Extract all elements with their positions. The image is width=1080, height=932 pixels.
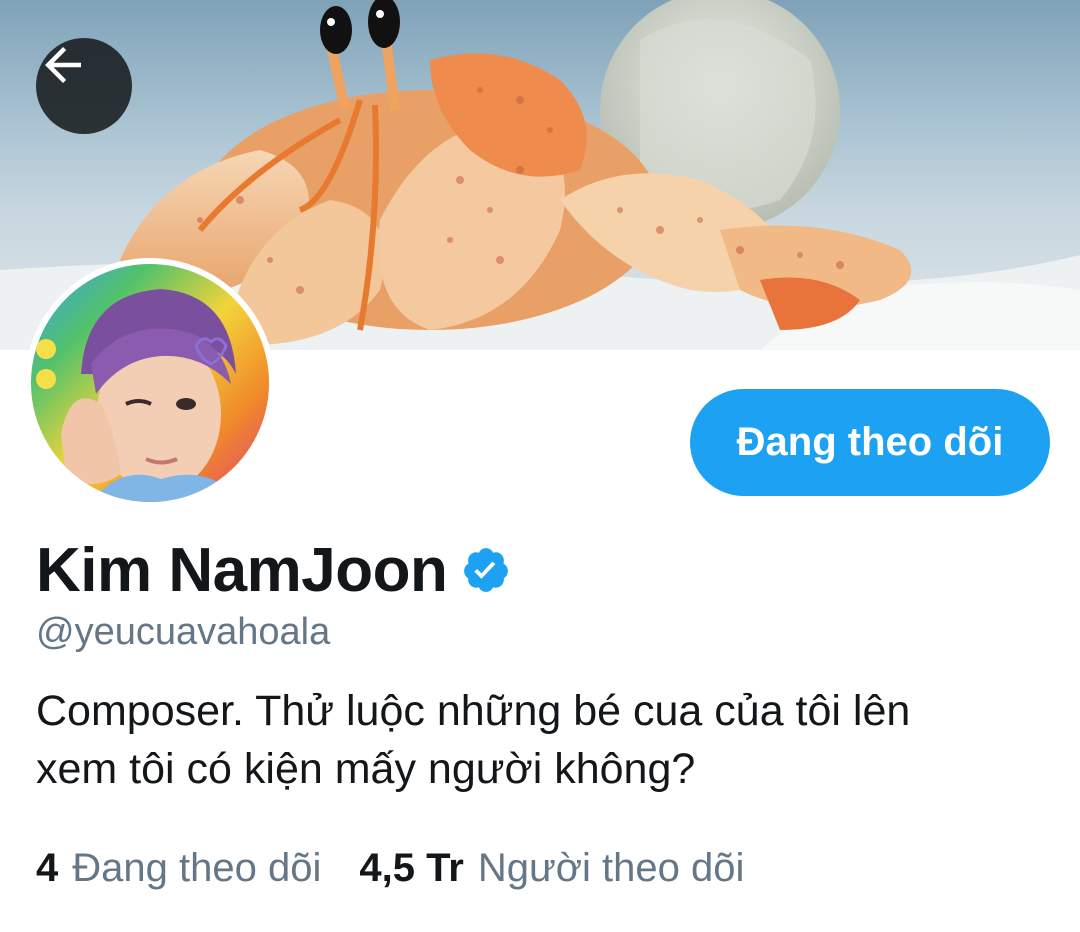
bio-line: Composer. Thử luộc những bé cua của tôi … (36, 687, 911, 735)
arrow-left-icon (45, 47, 81, 83)
following-button[interactable]: Đang theo dõi (690, 389, 1050, 496)
user-handle: @yeucuavahoala (36, 611, 331, 653)
following-count: 4 (36, 845, 59, 890)
profile-photo (31, 264, 269, 502)
bio-line: xem tôi có kiện mấy người không? (36, 745, 696, 793)
profile-bio: Composer. Thử luộc những bé cua của tôi … (36, 682, 1046, 798)
display-name: Kim NamJoon (36, 535, 448, 605)
following-label: Đang theo dõi (72, 845, 322, 890)
followers-count: 4,5 Tr (359, 845, 464, 890)
following-stat[interactable]: 4 Đang theo dõi (36, 846, 321, 891)
followers-stat[interactable]: 4,5 Tr Người theo dõi (359, 846, 744, 891)
profile-page: Đang theo dõi Kim NamJoon @yeucuavahoala… (0, 0, 1080, 932)
name-row: Kim NamJoon (36, 532, 511, 608)
avatar[interactable] (25, 258, 275, 508)
follow-stats: 4 Đang theo dõi 4,5 Tr Người theo dõi (36, 840, 744, 896)
verified-badge-icon (464, 548, 509, 592)
followers-label: Người theo dõi (477, 845, 745, 890)
back-button[interactable] (36, 38, 132, 134)
